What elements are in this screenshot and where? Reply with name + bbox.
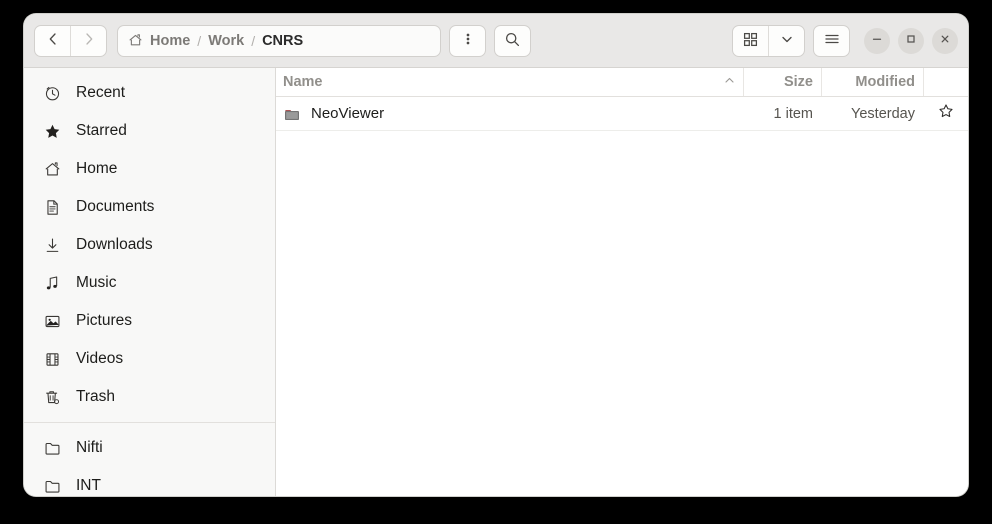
image-icon — [42, 311, 62, 331]
film-icon — [42, 349, 62, 369]
chevron-up-icon — [723, 74, 736, 91]
sidebar-item-label: Trash — [76, 388, 116, 405]
close-button[interactable] — [932, 27, 958, 54]
home-icon — [128, 33, 143, 48]
home-icon — [42, 159, 62, 179]
back-button[interactable] — [35, 26, 70, 56]
sidebar-item-label: Downloads — [76, 236, 153, 253]
sidebar-item-label: Pictures — [76, 312, 132, 329]
sidebar-item-label: Documents — [76, 198, 155, 215]
clock-icon — [42, 83, 62, 103]
sidebar-divider — [24, 422, 275, 423]
sidebar-item-label: Music — [76, 274, 117, 291]
sidebar-item-videos[interactable]: Videos — [24, 340, 275, 378]
sidebar-item-label: Home — [76, 160, 118, 177]
window-controls — [864, 27, 958, 54]
sidebar-item-documents[interactable]: Documents — [24, 188, 275, 226]
main-menu-button[interactable] — [814, 26, 849, 56]
table-row[interactable]: NeoViewer 1 item Yesterday — [276, 97, 968, 131]
sidebar-item-nifti[interactable]: Nifti — [24, 429, 275, 467]
chevron-left-icon — [46, 32, 60, 49]
vertical-dots-icon — [461, 31, 475, 50]
file-modified-cell: Yesterday — [851, 105, 915, 122]
search-icon — [504, 31, 521, 51]
document-icon — [42, 197, 62, 217]
view-options-dropdown-button[interactable] — [769, 26, 804, 56]
minimize-icon — [871, 33, 883, 48]
column-header-name-label: Name — [283, 74, 323, 90]
breadcrumb-separator: / — [197, 32, 202, 49]
maximize-icon — [905, 33, 917, 48]
grid-view-button[interactable] — [733, 26, 768, 56]
breadcrumb[interactable]: Home / Work / CNRS — [117, 24, 441, 57]
main-menu-button-group — [813, 24, 850, 57]
hamburger-menu-icon — [824, 32, 840, 49]
chevron-right-icon — [82, 32, 96, 49]
view-mode-button-group — [732, 24, 805, 57]
column-header-row: Name Size Modified — [276, 68, 968, 97]
file-name-cell: NeoViewer — [276, 105, 743, 123]
navigation-button-group — [34, 24, 107, 57]
grid-view-icon — [743, 32, 758, 50]
sidebar-item-downloads[interactable]: Downloads — [24, 226, 275, 264]
column-header-star — [923, 68, 968, 96]
overflow-menu-button-group — [449, 24, 486, 57]
sidebar-item-int[interactable]: INT — [24, 467, 275, 496]
breadcrumb-item-work[interactable]: Work — [208, 33, 244, 49]
folder-outline-icon — [42, 476, 62, 496]
header-bar: Home / Work / CNRS — [24, 14, 968, 68]
folder-icon — [283, 105, 301, 123]
breadcrumb-separator: / — [251, 32, 256, 49]
window-body: Recent Starred Home Documents Downloads … — [24, 68, 968, 496]
breadcrumb-item-home[interactable]: Home — [150, 33, 190, 49]
chevron-down-icon — [780, 32, 794, 49]
search-button-group — [494, 24, 531, 57]
sidebar-item-label: Nifti — [76, 439, 103, 456]
sidebar-item-label: Recent — [76, 84, 126, 101]
sidebar-item-pictures[interactable]: Pictures — [24, 302, 275, 340]
sidebar-item-recent[interactable]: Recent — [24, 74, 275, 112]
file-size-cell: 1 item — [773, 105, 814, 122]
close-icon — [939, 33, 951, 48]
file-star-cell[interactable] — [923, 103, 968, 124]
music-note-icon — [42, 273, 62, 293]
overflow-menu-button[interactable] — [450, 26, 485, 56]
sidebar-item-starred[interactable]: Starred — [24, 112, 275, 150]
sidebar-item-label: Starred — [76, 122, 127, 139]
breadcrumb-item-cnrs[interactable]: CNRS — [262, 33, 303, 49]
download-icon — [42, 235, 62, 255]
star-outline-icon[interactable] — [938, 103, 954, 124]
search-button[interactable] — [495, 26, 530, 56]
column-header-modified[interactable]: Modified — [821, 68, 923, 96]
sidebar-item-label: Videos — [76, 350, 124, 367]
trash-icon — [42, 387, 62, 407]
column-header-name[interactable]: Name — [276, 68, 743, 96]
sidebar-item-music[interactable]: Music — [24, 264, 275, 302]
sidebar: Recent Starred Home Documents Downloads … — [24, 68, 276, 496]
maximize-button[interactable] — [898, 27, 924, 54]
column-header-size-label: Size — [783, 74, 813, 90]
sidebar-item-label: INT — [76, 477, 101, 494]
sidebar-item-home[interactable]: Home — [24, 150, 275, 188]
file-list-pane: Name Size Modified NeoViewer 1 item Yest… — [276, 68, 968, 496]
folder-outline-icon — [42, 438, 62, 458]
file-manager-window: Home / Work / CNRS Recent Starred Home D… — [24, 14, 968, 496]
sidebar-item-trash[interactable]: Trash — [24, 378, 275, 416]
file-name-label: NeoViewer — [311, 105, 385, 122]
star-icon — [42, 121, 62, 141]
column-header-size[interactable]: Size — [743, 68, 821, 96]
column-header-modified-label: Modified — [855, 74, 915, 90]
forward-button[interactable] — [71, 26, 106, 56]
minimize-button[interactable] — [864, 27, 890, 54]
